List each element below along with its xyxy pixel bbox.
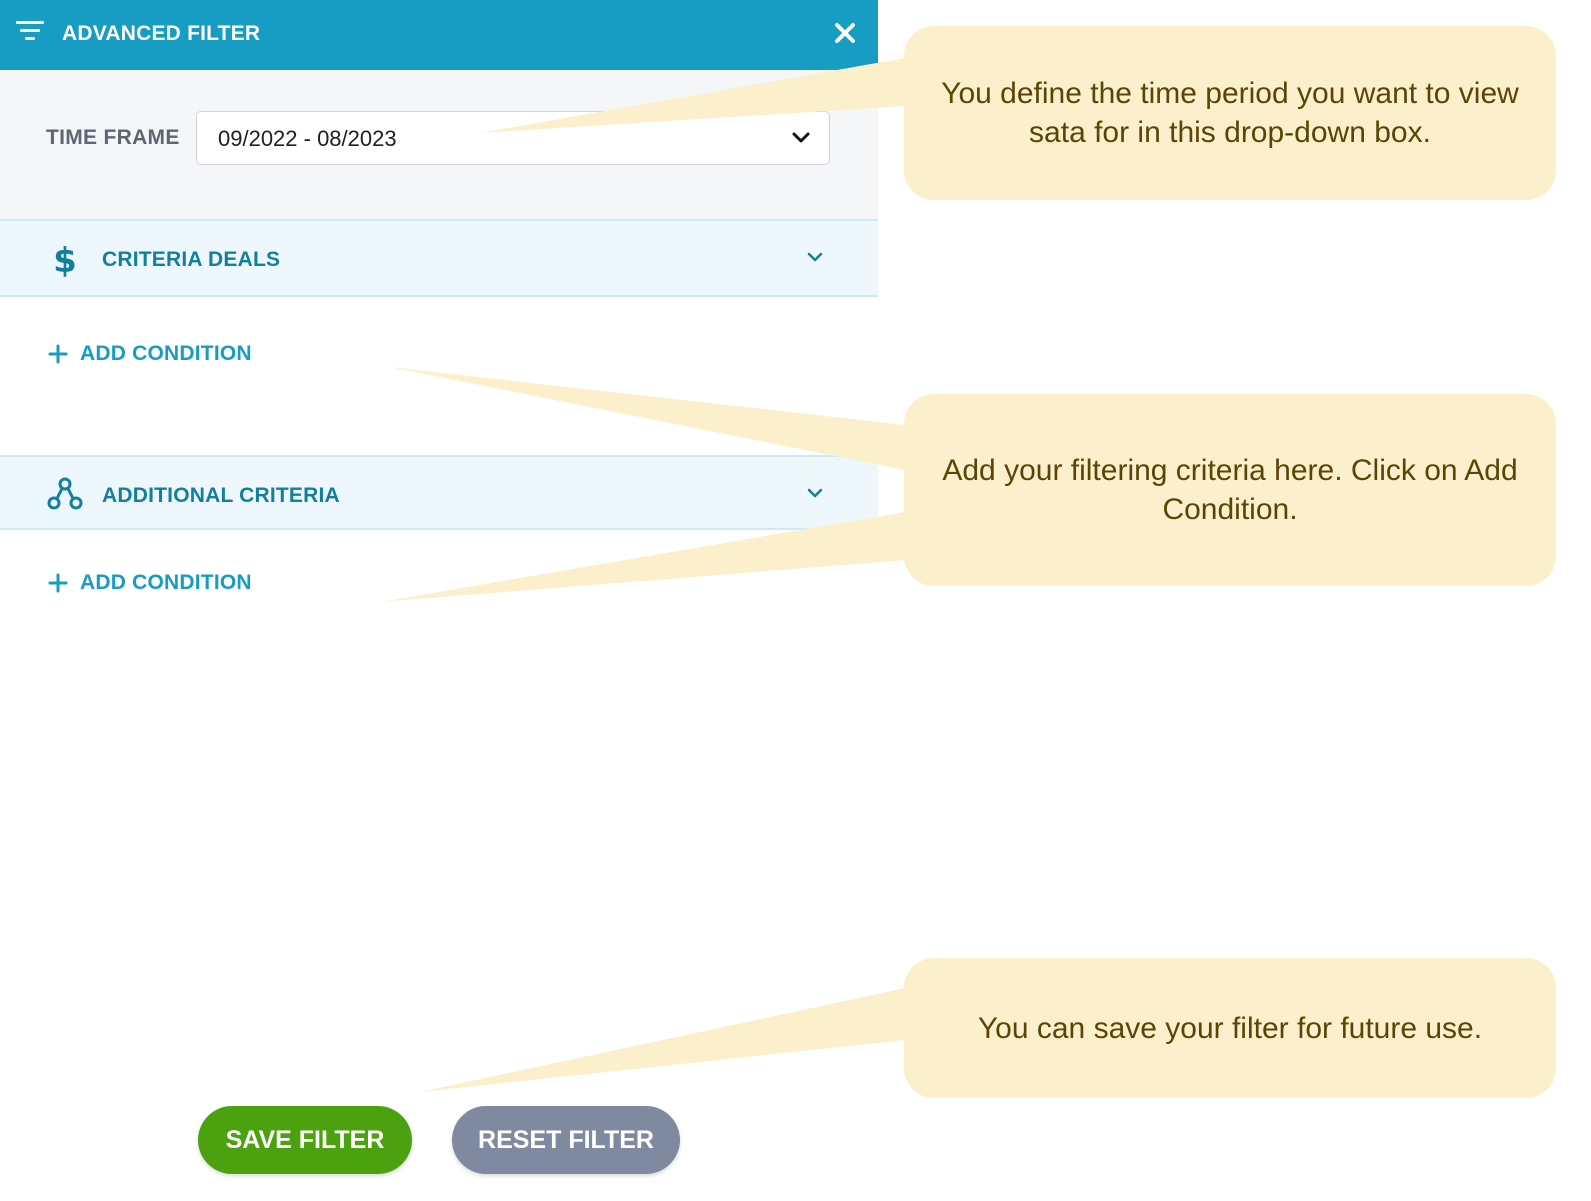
reset-filter-button[interactable]: RESET FILTER [452, 1106, 680, 1174]
add-condition-label: ADD CONDITION [80, 342, 252, 365]
add-condition-label: ADD CONDITION [80, 571, 252, 594]
network-icon [47, 477, 83, 510]
chevron-down-icon [807, 488, 823, 498]
plus-icon [48, 573, 68, 593]
advanced-filter-panel: ADVANCED FILTER TIME FRAME 09/2022 - 08/… [0, 0, 878, 1201]
save-filter-button[interactable]: SAVE FILTER [198, 1106, 412, 1174]
callout-time-frame: You define the time period you want to v… [904, 26, 1556, 200]
section-additional-criteria[interactable]: ADDITIONAL CRITERIA [0, 455, 878, 530]
chevron-down-icon [792, 132, 810, 143]
section-title: ADDITIONAL CRITERIA [102, 484, 340, 507]
time-frame-section: TIME FRAME 09/2022 - 08/2023 [0, 70, 878, 220]
section-title: CRITERIA DEALS [102, 248, 281, 271]
plus-icon [48, 344, 68, 364]
panel-header: ADVANCED FILTER [0, 0, 878, 70]
callout-add-condition: Add your filtering criteria here. Click … [904, 394, 1556, 586]
chevron-down-icon [807, 252, 823, 262]
time-frame-label: TIME FRAME [46, 126, 180, 149]
section-criteria-deals[interactable]: $ CRITERIA DEALS [0, 219, 878, 297]
dollar-icon: $ [53, 241, 77, 279]
time-frame-value: 09/2022 - 08/2023 [218, 126, 397, 151]
close-icon[interactable] [830, 18, 860, 48]
panel-title: ADVANCED FILTER [62, 22, 261, 45]
time-frame-select[interactable]: 09/2022 - 08/2023 [196, 111, 830, 165]
svg-text:$: $ [53, 241, 77, 279]
callout-save-filter: You can save your filter for future use. [904, 958, 1556, 1098]
filter-icon [16, 21, 44, 40]
